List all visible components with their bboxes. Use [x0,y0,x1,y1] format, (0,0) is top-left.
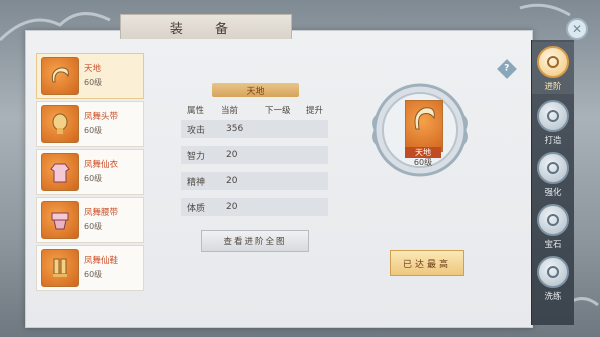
nav-tab-advance[interactable]: 进阶 [532,42,574,94]
list-item-robe[interactable]: 凤舞仙衣 60级 [36,149,144,195]
equipment-list: 天地 60级 凤舞头带 60级 凤舞仙衣 60级 凤舞腰带 60级 凤舞仙鞋 6… [36,53,144,293]
item-level: 60级 [84,269,103,279]
help-icon: ? [504,63,510,74]
item-name: 凤舞仙鞋 [84,255,119,266]
enhance-emblem-icon [537,152,569,184]
robe-icon [41,153,79,191]
item-name: 天地 [84,63,102,74]
header-current: 当前 [221,106,239,116]
window-title: 装 备 [120,14,292,39]
list-item-tiandi[interactable]: 天地 60级 [36,53,144,99]
medallion-item-icon [405,100,443,152]
item-name: 凤舞腰带 [84,207,119,218]
stat-name: 精神 [187,177,206,188]
stat-row-intelligence: 智力 20 [181,146,328,164]
item-name: 凤舞头带 [84,111,119,122]
close-icon: ✕ [571,22,583,36]
stat-row-attack: 攻击 356 [181,120,328,138]
item-level: 60级 [84,173,103,183]
stat-value: 356 [226,124,244,134]
nav-label: 进阶 [544,82,562,92]
stat-name: 智力 [187,151,206,162]
list-item-headband[interactable]: 凤舞头带 60级 [36,101,144,147]
stat-name: 体质 [187,203,206,214]
close-button[interactable]: ✕ [566,18,588,40]
item-level: 60级 [84,77,103,87]
list-item-belt[interactable]: 凤舞腰带 60级 [36,197,144,243]
nav-label: 洗练 [544,292,562,302]
stat-row-constitution: 体质 20 [181,198,328,216]
headband-icon [41,105,79,143]
stat-value: 20 [226,150,238,160]
stats-title: 天地 [212,83,299,97]
list-item-shoes[interactable]: 凤舞仙鞋 60级 [36,245,144,291]
advance-emblem-icon [537,46,569,78]
item-level: 60级 [84,221,103,231]
shoes-icon [41,249,79,287]
nav-tab-refine[interactable]: 洗练 [532,252,574,304]
stat-row-spirit: 精神 20 [181,172,328,190]
belt-icon [41,201,79,239]
medallion-item-level: 60级 [413,158,433,167]
stat-name: 攻击 [187,125,206,136]
nav-tab-enhance[interactable]: 强化 [532,148,574,200]
item-level: 60级 [84,125,103,135]
weapon-ring-icon [41,57,79,95]
stat-value: 20 [226,176,238,186]
nav-label: 打造 [544,136,562,146]
max-level-button[interactable]: 已达最高 [390,250,464,276]
view-advancement-button[interactable]: 查看进阶全图 [201,230,309,252]
stat-value: 20 [226,202,238,212]
item-name: 凤舞仙衣 [84,159,119,170]
header-next: 下一级 [265,106,291,116]
nav-tab-gem[interactable]: 宝石 [532,200,574,252]
refine-emblem-icon [537,256,569,288]
gem-emblem-icon [537,204,569,236]
nav-tab-forge[interactable]: 打造 [532,96,574,148]
header-boost: 提升 [306,106,324,116]
side-nav: 进阶 打造 强化 宝石 洗练 [531,40,574,325]
header-attr: 属性 [187,106,205,116]
nav-label: 宝石 [544,240,562,250]
nav-label: 强化 [544,188,562,198]
forge-emblem-icon [537,100,569,132]
